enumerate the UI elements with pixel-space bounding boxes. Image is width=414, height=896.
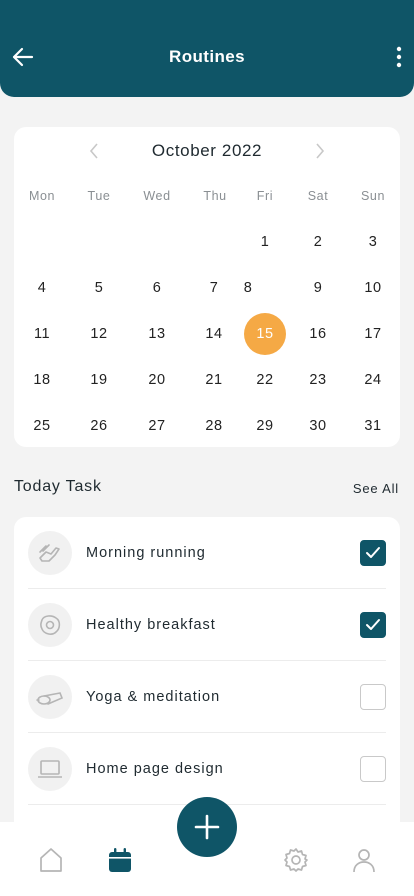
calendar-day[interactable]: 21 — [193, 359, 235, 401]
plus-icon — [194, 814, 220, 840]
calendar-day[interactable]: 18 — [21, 359, 63, 401]
add-task-button[interactable] — [177, 797, 237, 857]
calendar-day[interactable]: 16 — [297, 313, 339, 355]
task-checkbox[interactable] — [360, 612, 386, 638]
calendar-day[interactable]: 29 — [244, 405, 286, 447]
calendar-day[interactable]: 23 — [297, 359, 339, 401]
calendar-day[interactable]: 31 — [352, 405, 394, 447]
task-label: Morning running — [86, 545, 206, 561]
calendar-day[interactable]: 20 — [136, 359, 178, 401]
list-item[interactable]: Healthy breakfast — [14, 589, 400, 661]
calendar-day[interactable]: 17 — [352, 313, 394, 355]
calendar-day[interactable]: 27 — [136, 405, 178, 447]
calendar-day[interactable]: 12 — [78, 313, 120, 355]
running-shoe-icon — [28, 531, 72, 575]
page-title: Routines — [169, 47, 245, 66]
calendar-day[interactable]: 3 — [352, 221, 394, 263]
task-checkbox[interactable] — [360, 756, 386, 782]
task-label: Yoga & meditation — [86, 689, 221, 705]
calendar-day-selected[interactable]: 15 — [244, 313, 286, 355]
calendar-day[interactable]: 1 — [244, 221, 286, 263]
calendar-day[interactable]: 22 — [244, 359, 286, 401]
calendar-day[interactable]: 11 — [21, 313, 63, 355]
home-icon[interactable] — [37, 846, 65, 874]
calendar-day[interactable]: 26 — [78, 405, 120, 447]
app-header: Routines — [0, 0, 414, 97]
settings-icon[interactable] — [282, 846, 310, 874]
task-label: Healthy breakfast — [86, 617, 216, 633]
calendar-day[interactable]: 28 — [193, 405, 235, 447]
calendar-days-grid: 1 2 3 4 5 6 7 8 9 10 11 12 13 14 15 16 17 18 19 20 21 22 23 24 2… — [14, 127, 400, 447]
section-title: Today Task — [14, 478, 102, 495]
calendar-day[interactable]: 4 — [21, 267, 63, 309]
task-checkbox[interactable] — [360, 540, 386, 566]
calendar-card: October 2022 Mon Tue Wed Thu Fri Sat Sun… — [14, 127, 400, 447]
task-checkbox[interactable] — [360, 684, 386, 710]
calendar-day[interactable]: 30 — [297, 405, 339, 447]
calendar-day[interactable]: 6 — [136, 267, 178, 309]
calendar-day[interactable]: 24 — [352, 359, 394, 401]
task-label: Home page design — [86, 761, 224, 777]
calendar-day[interactable]: 14 — [193, 313, 235, 355]
calendar-icon[interactable] — [106, 846, 134, 874]
calendar-day[interactable]: 25 — [21, 405, 63, 447]
calendar-day[interactable]: 8 — [227, 267, 269, 309]
calendar-day[interactable]: 9 — [297, 267, 339, 309]
laptop-icon — [28, 747, 72, 791]
calendar-day[interactable]: 13 — [136, 313, 178, 355]
egg-icon — [28, 603, 72, 647]
yoga-mat-icon — [28, 675, 72, 719]
calendar-day[interactable]: 2 — [297, 221, 339, 263]
calendar-day[interactable]: 5 — [78, 267, 120, 309]
profile-icon[interactable] — [350, 846, 378, 874]
list-item[interactable]: Home page design — [14, 733, 400, 805]
calendar-day[interactable]: 10 — [352, 267, 394, 309]
list-item[interactable]: Yoga & meditation — [14, 661, 400, 733]
more-vertical-icon[interactable] — [392, 44, 406, 70]
list-item[interactable]: Morning running — [14, 517, 400, 589]
calendar-day[interactable]: 19 — [78, 359, 120, 401]
see-all-link[interactable]: See All — [353, 481, 399, 496]
